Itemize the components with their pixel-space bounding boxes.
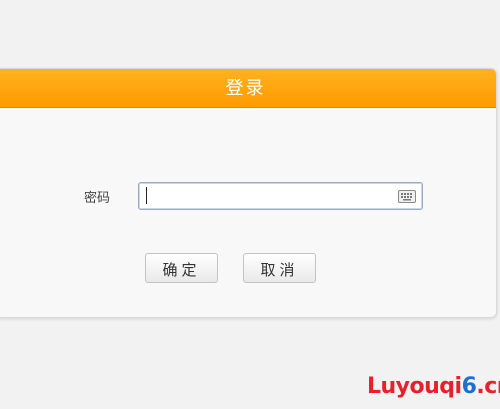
- dialog-header: 登录: [0, 69, 496, 108]
- cancel-button[interactable]: 取消: [243, 253, 316, 283]
- watermark-text: Luyouqi: [367, 374, 462, 399]
- keyboard-icon[interactable]: [398, 190, 416, 203]
- watermark-digit: 6: [461, 374, 477, 399]
- watermark-domain: .cn: [476, 374, 500, 399]
- text-caret: [146, 187, 147, 204]
- confirm-button[interactable]: 确定: [145, 253, 218, 283]
- password-label: 密码: [84, 191, 111, 206]
- password-input[interactable]: [138, 182, 423, 210]
- dialog-title: 登录: [225, 78, 266, 99]
- login-dialog: 登录 密码 确定 取消: [0, 68, 497, 318]
- site-watermark: Luyouqi6.cn: [367, 374, 500, 399]
